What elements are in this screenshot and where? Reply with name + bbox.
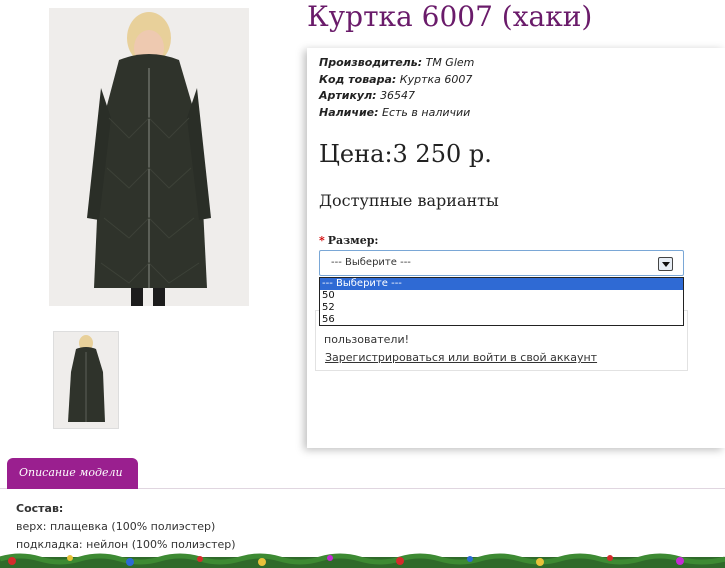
size-option[interactable]: 50 (320, 290, 683, 302)
manufacturer-link[interactable]: TM Glem (426, 56, 475, 69)
size-option[interactable]: 56 (320, 314, 683, 326)
required-mark: * (319, 234, 325, 247)
size-label-text: Размер: (327, 234, 379, 247)
manufacturer-label: Производитель: (319, 56, 423, 69)
variants-heading: Доступные варианты (319, 191, 499, 210)
sku-label: Артикул: (319, 89, 377, 102)
size-option[interactable]: 52 (320, 302, 683, 314)
login-notice-text: пользователи! (324, 333, 410, 346)
size-select[interactable]: --- Выберите --- (319, 250, 684, 276)
size-label: * Размер: (319, 234, 379, 247)
size-option[interactable]: --- Выберите --- (320, 278, 683, 290)
size-dropdown-list[interactable]: --- Выберите --- 50 52 56 (319, 277, 684, 326)
availability-value: Есть в наличии (382, 105, 471, 119)
composition-line: верх: плащевка (100% полиэстер) (16, 520, 216, 533)
size-select-value: --- Выберите --- (331, 257, 411, 268)
tab-description[interactable]: Описание модели (7, 458, 138, 489)
register-login-link[interactable]: Зарегистрироваться или войти в свой акка… (325, 351, 597, 364)
product-title: Куртка 6007 (хаки) (307, 0, 593, 33)
product-code-value: Куртка 6007 (399, 72, 473, 86)
sku-value: 36547 (380, 89, 416, 102)
product-price: Цена:3 250 р. (319, 140, 492, 168)
product-info-panel: Производитель: TM Glem Код товара: Куртк… (307, 48, 725, 448)
composition-heading: Состав: (16, 502, 64, 515)
product-code-label: Код товара: (319, 72, 397, 86)
product-main-image[interactable] (49, 8, 249, 306)
coat-photo (49, 8, 249, 306)
coat-thumbnail-photo (54, 332, 118, 428)
christmas-garland (0, 549, 725, 568)
product-page: { "product": { "title": "Куртка 6007 (ха… (0, 0, 725, 568)
product-meta: Производитель: TM Glem Код товара: Куртк… (319, 55, 474, 121)
garland-decoration (0, 553, 725, 568)
availability-label: Наличие: (319, 105, 379, 119)
tab-description-label: Описание модели (19, 466, 123, 479)
product-thumbnail[interactable] (53, 331, 119, 429)
chevron-down-icon[interactable] (658, 257, 673, 271)
